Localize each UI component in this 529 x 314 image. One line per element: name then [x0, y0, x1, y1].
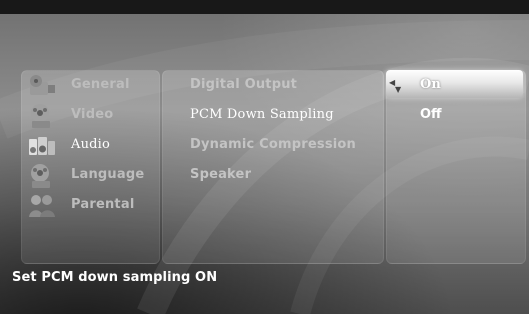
menu-item-language[interactable]: Language — [27, 162, 155, 190]
menu-item-video[interactable]: Video — [27, 102, 155, 130]
speaker-icon — [29, 137, 55, 155]
menu-item-parental[interactable]: Parental — [27, 192, 155, 220]
arrow-down-icon: ▼ — [395, 85, 402, 94]
setting-speaker[interactable]: Speaker — [190, 167, 251, 182]
menu-item-audio[interactable]: Audio — [27, 132, 155, 160]
film-reel-icon — [30, 75, 55, 95]
setting-digital-output[interactable]: Digital Output — [190, 77, 297, 92]
film-reel-icon — [31, 104, 50, 128]
menu-item-general[interactable]: General — [27, 72, 155, 100]
status-message: Set PCM down sampling ON — [12, 270, 218, 285]
option-on[interactable]: On — [420, 77, 441, 92]
menu-label-parental: Parental — [71, 197, 135, 212]
family-icon — [29, 195, 55, 217]
dvd-setup-screen: General Video Audio Language Parental Di… — [0, 0, 529, 314]
top-bar — [0, 0, 529, 14]
menu-label-language: Language — [71, 167, 145, 182]
menu-label-video: Video — [71, 107, 114, 122]
menu-label-general: General — [71, 77, 130, 92]
option-off[interactable]: Off — [420, 107, 442, 122]
setting-pcm-down-sampling[interactable]: PCM Down Sampling — [190, 107, 334, 122]
film-reel-icon — [31, 164, 50, 188]
setting-dynamic-compression[interactable]: Dynamic Compression — [190, 137, 356, 152]
menu-label-audio: Audio — [71, 137, 111, 152]
option-highlight: ◀ ▼ — [386, 70, 523, 98]
options-panel — [386, 70, 526, 264]
